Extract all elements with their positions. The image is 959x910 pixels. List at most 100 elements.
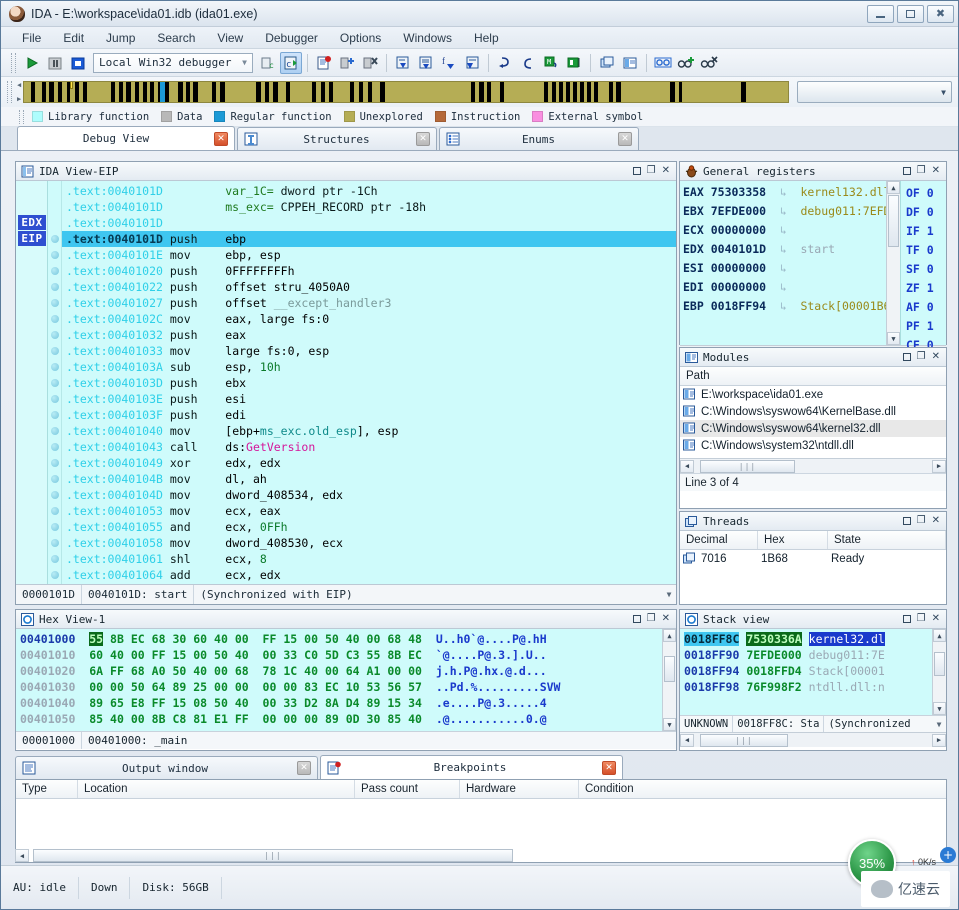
- hex-row[interactable]: 00401010 60 40 00 FF 15 00 50 40 00 33 C…: [16, 647, 662, 663]
- hex-byte[interactable]: 00: [131, 648, 145, 662]
- follow-arrow-icon[interactable]: ↳: [780, 300, 787, 313]
- hex-byte[interactable]: A1: [367, 664, 381, 678]
- menu-jump[interactable]: Jump: [95, 29, 146, 47]
- hex-byte[interactable]: D2: [304, 696, 318, 710]
- navband-zoom-select[interactable]: ▼: [797, 81, 952, 103]
- disassembly-line[interactable]: .text:0040104B mov dl, ah: [62, 471, 676, 487]
- register-value[interactable]: 0018FF94: [711, 299, 766, 313]
- disassembly-line[interactable]: .text:0040101D ms_exc= CPPEH_RECORD ptr …: [62, 199, 676, 215]
- hex-byte[interactable]: 53: [367, 680, 381, 694]
- restore-icon[interactable]: [902, 167, 911, 175]
- hex-byte[interactable]: 8B: [152, 712, 166, 726]
- scroll-right-icon[interactable]: ▶: [932, 459, 946, 473]
- disassembly-line[interactable]: .text:00401043 call ds:GetVersion: [62, 439, 676, 455]
- hex-byte[interactable]: 40: [235, 648, 249, 662]
- hex-row[interactable]: 00401050 85 40 00 8B C8 81 E1 FF 00 00 0…: [16, 711, 662, 727]
- stack-row[interactable]: 0018FF94 0018FFD4 Stack[00001: [680, 663, 932, 679]
- hex-byte[interactable]: 85: [387, 712, 401, 726]
- cpu-flag[interactable]: PF 1: [901, 317, 946, 336]
- module-row[interactable]: E:\workspace\ida01.exe: [680, 386, 946, 403]
- disassembly-line[interactable]: .text:00401040 mov [ebp+ms_exc.old_esp],…: [62, 423, 676, 439]
- hex-byte[interactable]: 00: [263, 648, 277, 662]
- step-into-button[interactable]: [392, 52, 414, 74]
- hex-byte[interactable]: FF: [152, 648, 166, 662]
- scroll-up-icon[interactable]: ▲: [933, 629, 946, 642]
- register-value[interactable]: 75303358: [711, 185, 766, 199]
- hex-byte[interactable]: 40: [304, 664, 318, 678]
- hex-byte[interactable]: EC: [131, 632, 145, 646]
- disassembly-line[interactable]: .text:0040101D push ebp: [62, 231, 676, 247]
- tile-icon[interactable]: ❐: [917, 614, 926, 624]
- hex-view-vertical-scrollbar[interactable]: ▲ ▼: [662, 629, 676, 731]
- jump-forward-icon[interactable]: [494, 52, 516, 74]
- maximize-button[interactable]: [897, 4, 924, 23]
- menu-view[interactable]: View: [206, 29, 254, 47]
- hex-byte[interactable]: 1C: [283, 664, 297, 678]
- breakpoints-table-body[interactable]: [16, 799, 946, 846]
- menu-debugger[interactable]: Debugger: [254, 29, 329, 47]
- scroll-down-icon[interactable]: ▼: [933, 702, 946, 715]
- register-row[interactable]: EAX 75303358 ↳ kernel132.dll:: [680, 183, 886, 202]
- restore-icon[interactable]: [902, 353, 911, 361]
- hex-byte[interactable]: 08: [193, 696, 207, 710]
- cpu-flag[interactable]: AF 0: [901, 298, 946, 317]
- hex-byte[interactable]: 33: [283, 648, 297, 662]
- hex-byte[interactable]: C3: [346, 648, 360, 662]
- breakpoints-list-button[interactable]: [313, 52, 335, 74]
- tile-icon[interactable]: ❐: [917, 516, 926, 526]
- hex-byte[interactable]: 0D: [346, 712, 360, 726]
- menu-help[interactable]: Help: [463, 29, 510, 47]
- stack-horizontal-scrollbar[interactable]: ◀ ||| ▶: [680, 732, 946, 747]
- threads-column-decimal[interactable]: Decimal: [680, 531, 758, 549]
- modules-column-path[interactable]: Path: [680, 367, 946, 385]
- register-value[interactable]: 0040101D: [711, 242, 766, 256]
- follow-arrow-icon[interactable]: ↳: [780, 243, 787, 256]
- restore-icon[interactable]: [902, 615, 911, 623]
- hex-byte[interactable]: 25: [193, 680, 207, 694]
- close-icon[interactable]: ✕: [932, 516, 940, 526]
- memory-layout-icon[interactable]: [563, 52, 585, 74]
- flag-value[interactable]: 0: [927, 300, 934, 314]
- hex-byte[interactable]: 50: [131, 680, 145, 694]
- scroll-up-icon[interactable]: ▲: [663, 629, 676, 642]
- disassembly-line[interactable]: .text:0040101E mov ebp, esp: [62, 247, 676, 263]
- cpu-flags-list[interactable]: OF 0 DF 0 IF 1 TF 0 SF 0 ZF 1 AF 0 PF 1 CF 0: [900, 181, 946, 352]
- menu-file[interactable]: File: [11, 29, 52, 47]
- hex-byte[interactable]: 00: [235, 632, 249, 646]
- hex-byte[interactable]: 85: [89, 712, 103, 726]
- module-row[interactable]: C:\Windows\syswow64\KernelBase.dll: [680, 403, 946, 420]
- threads-table-body[interactable]: 7016 1B68 Ready: [680, 550, 946, 567]
- scroll-down-icon[interactable]: ▼: [887, 332, 900, 345]
- hex-byte[interactable]: 55: [89, 632, 104, 646]
- registers-vertical-scrollbar[interactable]: ▲ ▼: [886, 181, 900, 345]
- close-icon[interactable]: ✕: [662, 614, 670, 624]
- flag-value[interactable]: 0: [927, 262, 934, 276]
- hex-byte[interactable]: A0: [152, 664, 166, 678]
- scrollbar-track[interactable]: |||: [694, 733, 932, 747]
- add-breakpoint-button[interactable]: [336, 52, 358, 74]
- hex-byte[interactable]: 83: [304, 680, 318, 694]
- hex-byte[interactable]: 00: [263, 696, 277, 710]
- navband-grip[interactable]: [7, 81, 12, 103]
- hex-byte[interactable]: FF: [235, 712, 249, 726]
- modules-horizontal-scrollbar[interactable]: ◀ ||| ▶: [680, 458, 946, 473]
- hex-byte[interactable]: FF: [263, 632, 277, 646]
- tab-structures[interactable]: Structures ✕: [237, 127, 437, 150]
- menu-options[interactable]: Options: [329, 29, 392, 47]
- disassembly-line[interactable]: .text:00401064 add ecx, edx: [62, 567, 676, 583]
- hex-byte[interactable]: 8A: [325, 696, 339, 710]
- register-value[interactable]: 00000000: [711, 280, 766, 294]
- hex-byte[interactable]: EC: [408, 648, 422, 662]
- hex-byte[interactable]: E1: [214, 712, 228, 726]
- add-watch-icon[interactable]: [675, 52, 697, 74]
- refresh-memory-icon[interactable]: M: [540, 52, 562, 74]
- hex-byte[interactable]: 5D: [325, 648, 339, 662]
- hex-byte[interactable]: 15: [283, 632, 297, 646]
- hex-byte[interactable]: 00: [408, 664, 422, 678]
- step-over-button[interactable]: [415, 52, 437, 74]
- hex-byte[interactable]: 00: [214, 680, 228, 694]
- bottom-horizontal-scrollbar[interactable]: ◀ |||: [15, 848, 944, 863]
- hex-byte[interactable]: 00: [283, 712, 297, 726]
- run-to-cursor-button[interactable]: c: [280, 51, 302, 74]
- modules-window-icon[interactable]: [619, 52, 641, 74]
